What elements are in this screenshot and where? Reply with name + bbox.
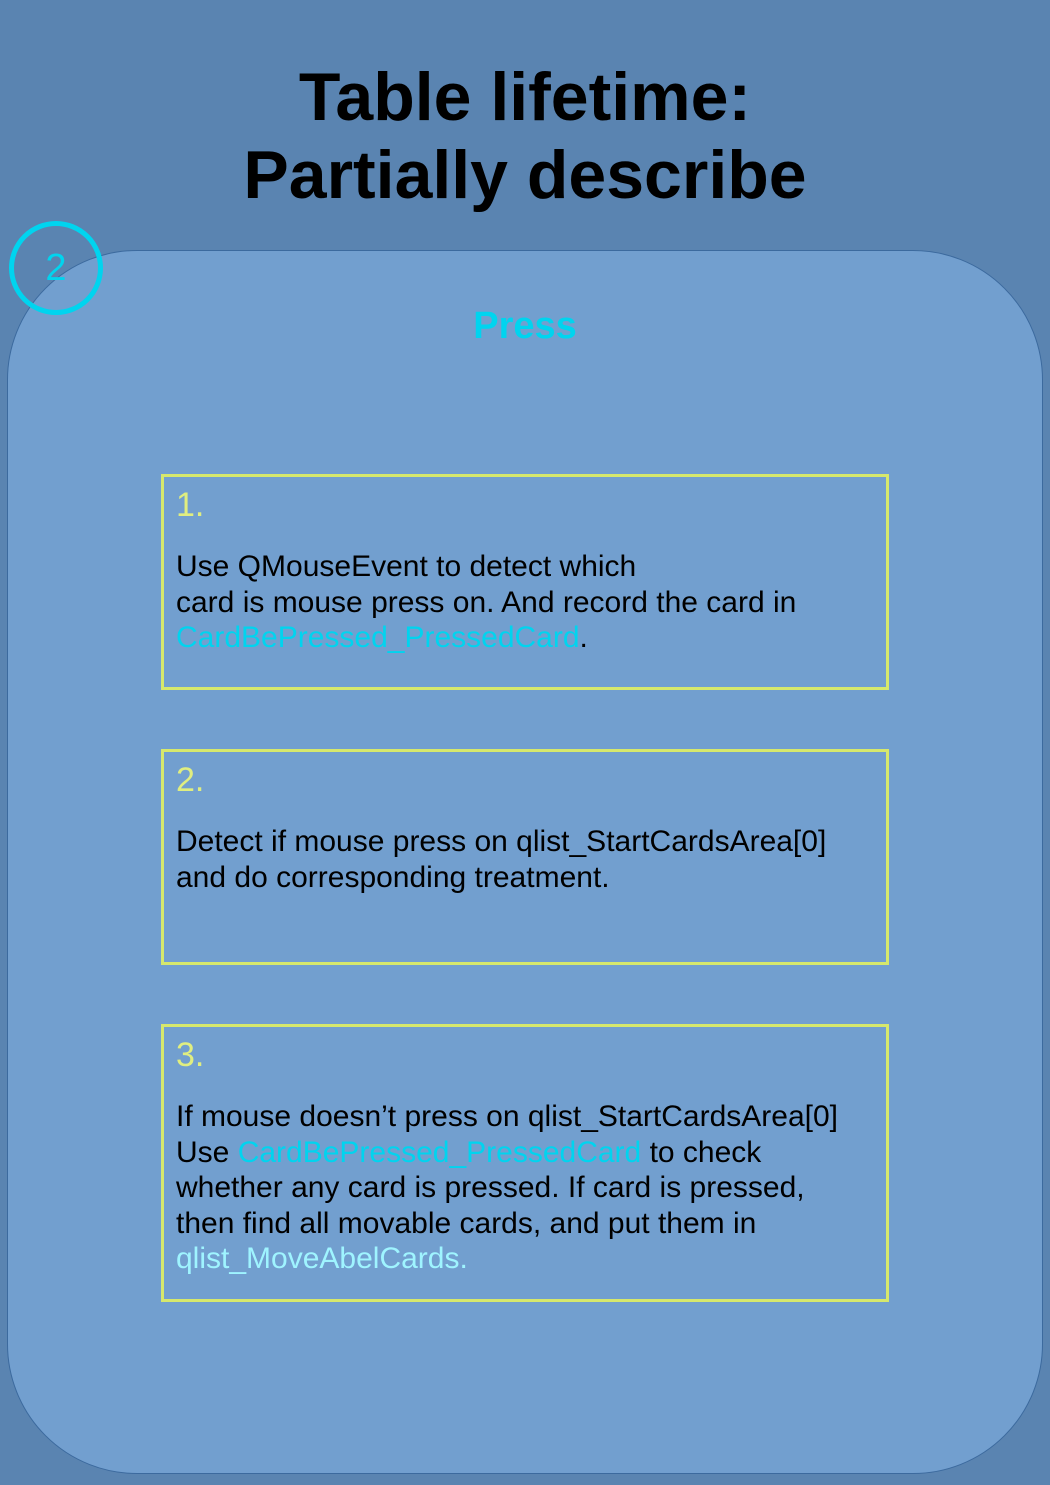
step-1-line-2: card is mouse press on. And record the c… bbox=[176, 585, 797, 619]
step-box-3: 3. If mouse doesn’t press on qlist_Start… bbox=[161, 1024, 889, 1302]
step-3-line-1: If mouse doesn’t press on qlist_StartCar… bbox=[176, 1100, 838, 1133]
title-line-1: Table lifetime: bbox=[298, 59, 752, 135]
section-heading: Press bbox=[473, 305, 577, 347]
step-3-line-4: then find all movable cards, and put the… bbox=[176, 1206, 757, 1240]
step-3-line-2: Use CardBePressed_PressedCard to check bbox=[176, 1135, 886, 1171]
step-box-1: 1. Use QMouseEvent to detect which card … bbox=[161, 474, 889, 690]
step-1-text: Use QMouseEvent to detect which card is … bbox=[176, 549, 886, 656]
step-1-line-3-tail: . bbox=[579, 621, 588, 654]
page-title: Table lifetime: Partially describe bbox=[0, 58, 1050, 214]
step-3-text: If mouse doesn’t press on qlist_StartCar… bbox=[176, 1099, 886, 1277]
step-box-2: 2. Detect if mouse press on qlist_StartC… bbox=[161, 749, 889, 965]
step-1-line-3: CardBePressed_PressedCard. bbox=[176, 620, 886, 656]
step-2-number: 2. bbox=[176, 761, 205, 799]
step-2-line-1: Detect if mouse press on qlist_StartCard… bbox=[176, 825, 827, 858]
step-number-badge: 2 bbox=[9, 221, 103, 315]
step-3-line-2-tail: to check bbox=[641, 1135, 762, 1169]
step-1-variable-name: CardBePressed_PressedCard bbox=[176, 621, 580, 654]
step-1-line-1: Use QMouseEvent to detect which bbox=[176, 550, 637, 583]
title-line-2: Partially describe bbox=[243, 137, 807, 213]
step-3-list-name: qlist_MoveAbelCards. bbox=[176, 1242, 468, 1275]
step-3-variable-name: CardBePressed_PressedCard bbox=[237, 1135, 642, 1169]
step-2-line-2: and do corresponding treatment. bbox=[176, 860, 610, 894]
step-3-line-2-head: Use bbox=[176, 1135, 238, 1169]
step-3-line-3: whether any card is pressed. If card is … bbox=[176, 1171, 805, 1204]
step-2-text: Detect if mouse press on qlist_StartCard… bbox=[176, 824, 886, 895]
step-3-number: 3. bbox=[176, 1036, 205, 1074]
step-1-number: 1. bbox=[176, 486, 205, 524]
